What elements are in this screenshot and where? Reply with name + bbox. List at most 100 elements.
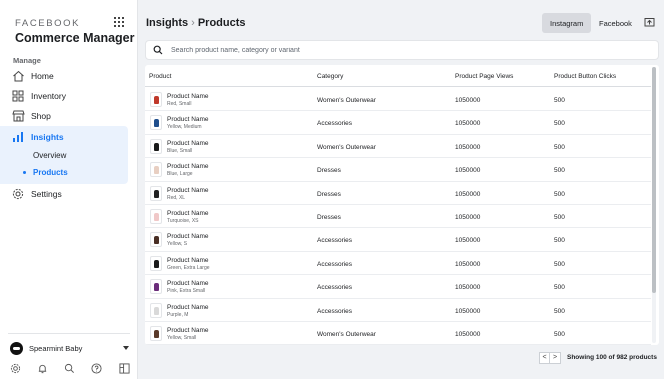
product-thumbnail [150,185,162,201]
tab-instagram[interactable]: Instagram [542,13,592,33]
product-variant: Turquoise, XS [167,218,199,224]
table-row[interactable]: Product Name Pink, Extra Small Accessories… [145,275,651,299]
sidebar-item-shop[interactable]: Shop [0,106,128,126]
sidebar-footer-icons [9,362,130,375]
product-variant: Blue, Large [167,171,193,178]
app-title: Commerce Manager [15,31,135,45]
scrollbar-thumb[interactable] [652,67,656,293]
search-input[interactable] [171,46,611,54]
previous-page-button[interactable]: < [539,351,550,364]
column-header-product[interactable]: Product [149,73,171,80]
product-thumbnail [150,326,162,341]
home-icon [11,69,25,83]
sidebar-item-label: Insights [31,132,64,142]
table-scrollbar[interactable] [652,67,656,343]
column-header-page-views[interactable]: Product Page Views [455,73,513,80]
product-page-views: 1050000 [455,331,481,338]
product-name[interactable]: Product Name [167,304,209,311]
sidebar-item-label: Shop [31,111,51,121]
product-category: Women's Outerwear [317,97,376,104]
product-thumbnail [150,255,162,271]
product-thumbnail [150,232,162,248]
sidebar-subitem-products[interactable]: Products [33,168,68,177]
product-category: Accessories [317,284,353,292]
product-button-clicks: 500 [554,284,565,292]
product-page-views: 1050000 [455,307,481,315]
product-name[interactable]: Product Name [167,116,209,123]
bell-icon[interactable] [36,363,48,375]
product-name[interactable]: Product Name [167,187,209,194]
product-category: Women's Outerwear [317,331,376,338]
table-row[interactable]: Product Name Red, Small Women's Outerwear 1… [145,88,651,112]
help-icon[interactable] [91,363,103,375]
search-icon[interactable] [64,363,76,375]
tab-facebook[interactable]: Facebook [591,13,640,33]
column-header-category[interactable]: Category [317,73,343,80]
product-name[interactable]: Product Name [167,233,209,240]
sidebar-item-label: Settings [31,189,62,199]
product-category: Dresses [317,167,341,175]
product-category: Accessories [317,237,353,245]
table-row[interactable]: Product Name Yellow, Medium Accessories 105… [145,111,651,135]
settings-icon[interactable] [9,363,21,375]
sidebar-item-label: Inventory [31,91,66,101]
product-name[interactable]: Product Name [167,327,209,334]
product-image [154,259,159,268]
breadcrumb-insights[interactable]: Insights [146,17,188,29]
table-row[interactable]: Product Name Yellow, S Accessories 1050000 5… [145,228,651,252]
avatar [10,341,23,355]
sidebar-item-label: Home [31,71,54,81]
table-row[interactable]: Product Name Green, Extra Large Accessorie… [145,252,651,276]
sidebar-item-inventory[interactable]: Inventory [0,86,128,106]
product-image [154,283,159,292]
table-row[interactable]: Product Name Blue, Small Women's Outerwear… [145,135,651,159]
product-variant: Green, Extra Large [167,264,210,271]
product-thumbnail [150,162,162,178]
breadcrumb-separator: › [191,17,195,29]
product-name[interactable]: Product Name [167,210,209,217]
section-label: Manage [13,56,41,65]
product-button-clicks: 500 [554,214,565,221]
panel-toggle-icon[interactable] [118,363,130,375]
product-button-clicks: 500 [554,237,565,245]
column-header-button-clicks[interactable]: Product Button Clicks [554,73,616,80]
product-image [154,166,159,175]
product-page-views: 1050000 [455,190,481,198]
product-name[interactable]: Product Name [167,163,209,170]
sidebar-item-insights[interactable]: Insights [0,127,128,147]
product-category: Dresses [317,214,341,221]
export-button[interactable] [639,13,659,33]
product-image [154,236,159,245]
product-name[interactable]: Product Name [167,280,209,287]
product-button-clicks: 500 [554,260,565,268]
product-name[interactable]: Product Name [167,257,209,264]
gear-icon [11,187,25,201]
sidebar-item-home[interactable]: Home [0,66,128,86]
active-dot-icon [23,171,26,174]
app-grid-icon[interactable] [114,17,124,27]
product-variant: Pink, Extra Small [167,288,206,295]
table-row[interactable]: Product Name Purple, M Accessories 1050000 5… [145,299,651,322]
table-row[interactable]: Product Name Blue, Large Dresses 1050000 500 [145,158,651,182]
caret-down-icon [123,346,129,350]
product-thumbnail [150,115,162,131]
product-button-clicks: 500 [554,97,565,104]
product-name[interactable]: Product Name [167,93,209,100]
table-row[interactable]: Product Name Turquoise, XS Dresses 1050000 5… [145,205,651,229]
table-row[interactable]: Product Name Yellow, Small Women's Outerwe… [145,322,651,345]
product-variant: Yellow, Small [167,335,197,341]
shop-icon [11,109,25,123]
product-button-clicks: 500 [554,307,565,315]
account-switcher[interactable]: Spearmint Baby [10,341,132,355]
sidebar-item-settings[interactable]: Settings [0,184,128,204]
next-page-button[interactable]: > [550,351,561,364]
product-name[interactable]: Product Name [167,140,209,147]
table-row[interactable]: Product Name Red, XL Dresses 1050000 500 [145,182,651,205]
products-table: Product Category Product Page Views Prod… [145,65,659,345]
product-category: Women's Outerwear [317,143,376,151]
product-variant: Yellow, Medium [167,124,202,131]
product-button-clicks: 500 [554,143,565,151]
sidebar-subitem-overview[interactable]: Overview [33,151,66,160]
product-button-clicks: 500 [554,167,565,175]
export-icon [644,14,655,32]
